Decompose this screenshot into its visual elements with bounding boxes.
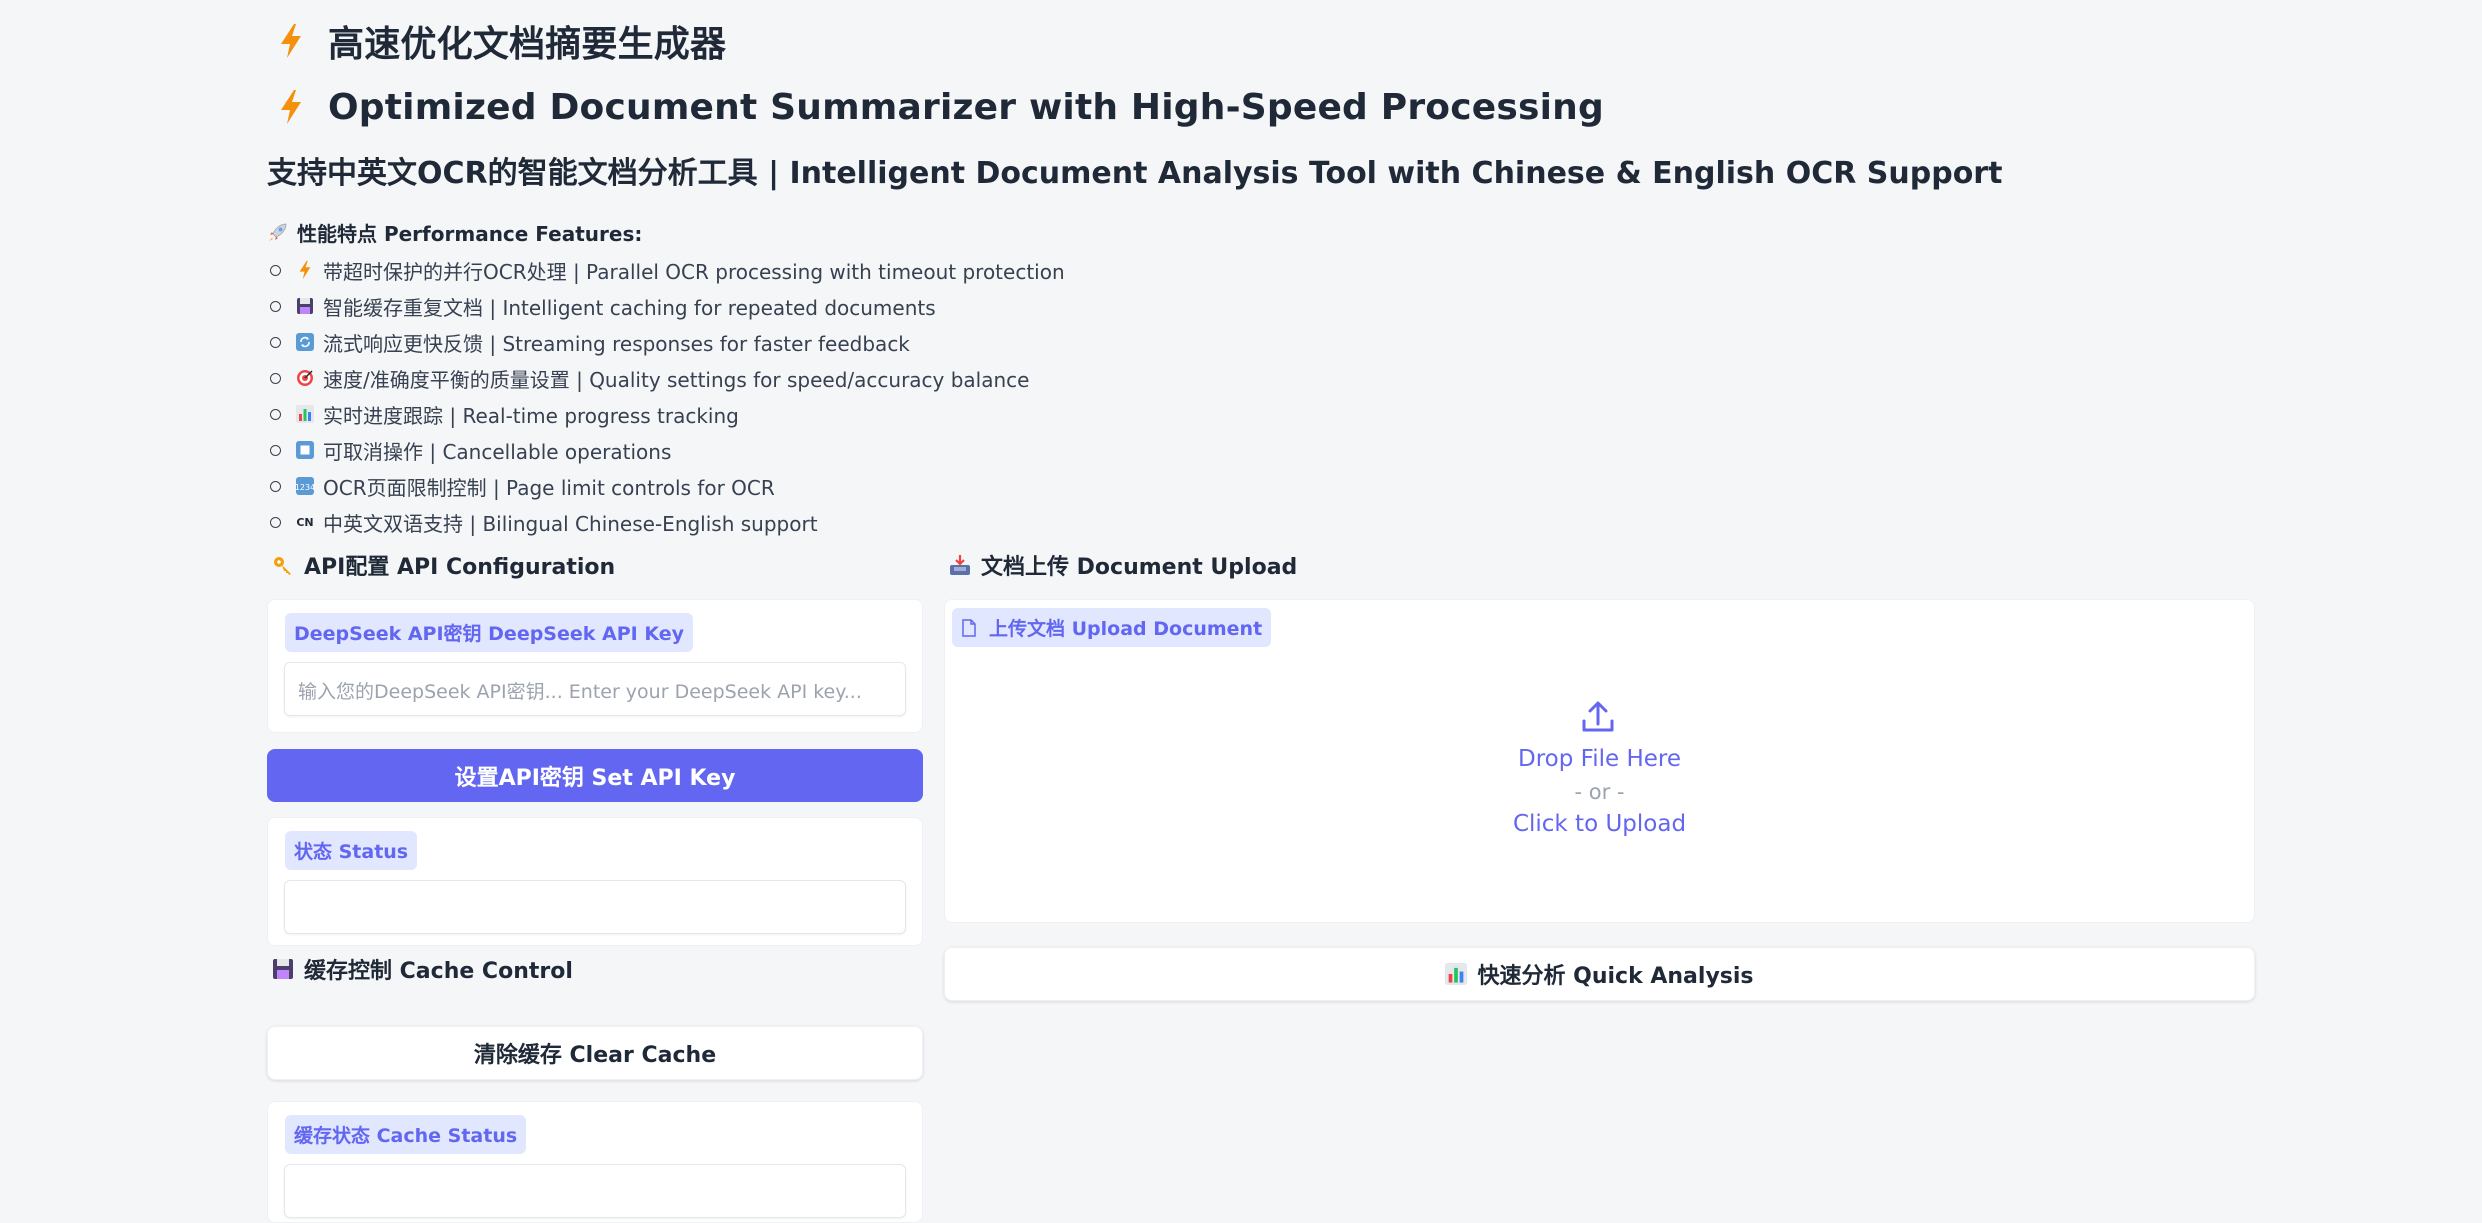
click-to-upload-text: Click to Upload — [1512, 811, 1687, 837]
list-item: CN 中英文双语支持 | Bilingual Chinese-English s… — [267, 504, 2257, 540]
bullet — [270, 444, 281, 456]
bullet — [270, 516, 281, 528]
key-icon — [274, 557, 291, 575]
set-api-key-button[interactable]: 设置API密钥 Set API Key — [267, 749, 923, 802]
feature-label: 实时进度跟踪 | Real-time progress tracking — [323, 403, 739, 428]
list-item: 可取消操作 | Cancellable operations — [267, 432, 2257, 468]
status-field[interactable] — [284, 880, 906, 934]
bar-chart-icon — [1445, 963, 1468, 985]
rocket-icon — [269, 223, 287, 241]
upload-icon — [1582, 701, 1614, 732]
feature-label: OCR页面限制控制 | Page limit controls for OCR — [323, 475, 775, 500]
api-section-title: API配置 API Configuration — [267, 543, 923, 587]
bullet — [270, 480, 281, 492]
clear-cache-button[interactable]: 清除缓存 Clear Cache — [267, 1026, 923, 1080]
lightning-icon — [295, 260, 315, 280]
floppy-disk-icon — [273, 959, 293, 979]
cache-section-title: 缓存控制 Cache Control — [267, 947, 923, 991]
file-icon — [962, 618, 976, 637]
floppy-disk-icon — [295, 296, 315, 316]
target-icon — [295, 368, 315, 388]
quick-analysis-button[interactable]: 快速分析 Quick Analysis — [944, 947, 2255, 1001]
list-item: 智能缓存重复文档 | Intelligent caching for repea… — [267, 288, 2257, 324]
feature-label: 智能缓存重复文档 | Intelligent caching for repea… — [323, 295, 936, 320]
feature-label: 速度/准确度平衡的质量设置 | Quality settings for spe… — [323, 367, 1030, 392]
quick-analysis-label: 快速分析 Quick Analysis — [1477, 964, 1754, 989]
bar-chart-icon — [295, 404, 315, 424]
features-heading: 性能特点 Performance Features: — [267, 218, 2257, 246]
cache-status-card: 缓存状态 Cache Status — [267, 1101, 923, 1223]
bullet — [270, 408, 281, 420]
page-header: 高速优化文档摘要生成器 Optimized Document Summarize… — [267, 0, 2257, 540]
api-key-label: DeepSeek API密钥 DeepSeek API Key — [285, 613, 693, 652]
bullet — [270, 264, 281, 276]
status-card: 状态 Status — [267, 817, 923, 946]
list-item: 1234 OCR页面限制控制 | Page limit controls for… — [267, 468, 2257, 504]
feature-label: 带超时保护的并行OCR处理 | Parallel OCR processing … — [323, 259, 1065, 284]
lightning-icon — [281, 24, 301, 58]
api-section-label: API配置 API Configuration — [304, 555, 616, 580]
refresh-icon — [295, 332, 315, 352]
page-title-en: Optimized Document Summarizer with High-… — [328, 86, 1604, 128]
list-item: 带超时保护的并行OCR处理 | Parallel OCR processing … — [267, 252, 2257, 288]
features-title: 性能特点 Performance Features: — [297, 221, 643, 246]
upload-label: 上传文档 Upload Document — [952, 608, 1272, 647]
bullet — [270, 300, 281, 312]
or-text: - or - — [1574, 780, 1625, 804]
drop-file-text: Drop File Here — [1518, 746, 1681, 772]
stop-button-icon — [295, 440, 315, 460]
list-item: 实时进度跟踪 | Real-time progress tracking — [267, 396, 2257, 432]
features-list: 带超时保护的并行OCR处理 | Parallel OCR processing … — [267, 252, 2257, 540]
feature-label: 流式响应更快反馈 | Streaming responses for faste… — [323, 331, 910, 356]
cn-icon: CN — [295, 512, 315, 532]
upload-label-text: 上传文档 Upload Document — [989, 618, 1263, 640]
page-subtitle: 支持中英文OCR的智能文档分析工具 | Intelligent Document… — [267, 156, 2003, 191]
cache-section-label: 缓存控制 Cache Control — [304, 959, 573, 984]
upload-section-title: 文档上传 Document Upload — [944, 543, 2255, 587]
right-column: 文档上传 Document Upload 上传文档 Upload Documen… — [944, 543, 2255, 1001]
upload-section-label: 文档上传 Document Upload — [981, 555, 1298, 580]
left-column: API配置 API Configuration DeepSeek API密钥 D… — [267, 543, 923, 1223]
bullet — [270, 372, 281, 384]
feature-label: 可取消操作 | Cancellable operations — [323, 439, 672, 464]
api-key-placeholder: 输入您的DeepSeek API密钥... Enter your DeepSee… — [298, 681, 862, 703]
feature-label: 中英文双语支持 | Bilingual Chinese-English supp… — [323, 511, 818, 536]
cache-status-field[interactable] — [284, 1164, 906, 1218]
api-key-input[interactable]: 输入您的DeepSeek API密钥... Enter your DeepSee… — [284, 662, 906, 716]
page-title-cn: 高速优化文档摘要生成器 — [328, 24, 727, 65]
svg-text:1234: 1234 — [296, 483, 314, 492]
bullet — [270, 336, 281, 348]
status-label: 状态 Status — [285, 831, 418, 870]
upload-dropzone[interactable]: 上传文档 Upload Document Drop File Here - or… — [944, 599, 2255, 923]
cache-status-label: 缓存状态 Cache Status — [285, 1115, 527, 1154]
svg-text:CN: CN — [296, 516, 313, 529]
api-key-card: DeepSeek API密钥 DeepSeek API Key 输入您的Deep… — [267, 599, 923, 733]
inbox-tray-icon — [950, 555, 970, 575]
list-item: 流式响应更快反馈 | Streaming responses for faste… — [267, 324, 2257, 360]
lightning-icon — [281, 90, 301, 124]
title-en-row: Optimized Document Summarizer with High-… — [267, 74, 2257, 140]
title-cn-row: 高速优化文档摘要生成器 — [267, 8, 2257, 74]
numbers-icon: 1234 — [295, 476, 315, 496]
list-item: 速度/准确度平衡的质量设置 | Quality settings for spe… — [267, 360, 2257, 396]
